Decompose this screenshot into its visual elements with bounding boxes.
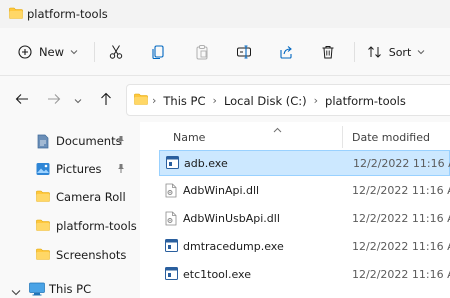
new-button[interactable]: New [16,40,80,64]
file-row-etc1tool-exe[interactable]: etc1tool.exe 12/2/2022 11:16 AM [159,262,450,288]
copy-button[interactable] [146,40,170,64]
up-button[interactable] [98,92,114,108]
navigation-pane: Documents Pictures Camera Roll platform-… [0,122,140,298]
sidebar-item-documents[interactable]: Documents [0,128,140,154]
new-button-label: New [38,45,65,59]
file-row-dmtracedump-exe[interactable]: dmtracedump.exe 12/2/2022 11:16 AM [159,234,450,260]
chevron-right-icon: › [212,94,217,107]
breadcrumb-local-disk[interactable]: Local Disk (C:) [224,94,307,108]
window-title: platform-tools [27,7,108,21]
file-list: Name Date modified adb.exe 12/2/2022 11:… [140,122,450,298]
application-icon [165,267,178,283]
folder-icon [36,219,50,234]
file-name: AdbWinApi.dll [183,184,260,197]
pin-icon [116,135,126,149]
sidebar-item-pictures[interactable]: Pictures [0,156,140,182]
share-button[interactable] [274,40,298,64]
chevron-down-icon[interactable] [11,286,21,298]
address-field[interactable]: › This PC › Local Disk (C:) › platform-t… [126,84,450,116]
dll-file-icon [165,183,177,201]
file-date-modified: 12/2/2022 11:16 AM [352,184,450,197]
column-divider[interactable] [342,126,343,148]
paste-icon [194,44,210,60]
address-bar-row: › This PC › Local Disk (C:) › platform-t… [0,76,450,122]
delete-button[interactable] [316,40,340,64]
sidebar-item-screenshots[interactable]: Screenshots [0,242,140,268]
sort-ascending-icon [273,123,282,136]
arrow-right-icon [47,93,61,108]
column-headers: Name Date modified [140,122,450,150]
recent-locations-button[interactable] [70,92,86,108]
file-row-adb-exe[interactable]: adb.exe 12/2/2022 11:16 AM [159,150,450,176]
this-pc-icon [29,282,45,298]
share-icon [278,44,294,60]
forward-button[interactable] [46,92,62,108]
sort-button[interactable]: Sort [364,40,428,64]
file-name: dmtracedump.exe [183,240,284,253]
pin-icon [116,163,126,177]
cut-button[interactable] [104,40,128,64]
folder-icon [9,7,23,22]
dll-file-icon [165,211,177,229]
sidebar-item-label: This PC [49,282,92,296]
rename-icon [236,44,252,60]
sidebar-item-this-pc[interactable]: This PC [0,276,140,298]
sidebar-item-platform-tools[interactable]: platform-tools [0,213,140,239]
folder-icon [134,93,148,108]
column-header-name[interactable]: Name [173,131,205,144]
pictures-icon [36,162,50,179]
arrow-up-icon [100,92,112,109]
breadcrumb-platform-tools[interactable]: platform-tools [325,94,406,108]
sidebar-item-label: Pictures [56,162,102,176]
toolbar-divider [354,42,355,62]
file-name: adb.exe [184,157,228,170]
file-name: etc1tool.exe [183,268,251,281]
back-button[interactable] [14,92,30,108]
title-bar: platform-tools [0,0,450,28]
new-icon [18,45,32,59]
chevron-down-icon [74,94,82,107]
file-date-modified: 12/2/2022 11:16 AM [352,268,450,281]
paste-button[interactable] [190,40,214,64]
file-name: AdbWinUsbApi.dll [183,212,280,225]
sort-button-label: Sort [388,45,412,59]
file-date-modified: 12/2/2022 11:16 AM [352,240,450,253]
toolbar-divider [94,42,95,62]
arrow-left-icon [15,93,29,108]
sidebar-item-label: platform-tools [56,219,137,233]
breadcrumb: › This PC › Local Disk (C:) › platform-t… [134,93,409,108]
sidebar-item-label: Screenshots [56,248,127,262]
cut-icon [108,44,124,60]
documents-icon [36,134,50,152]
file-date-modified: 12/2/2022 11:16 AM [353,157,450,170]
application-icon [165,239,178,255]
chevron-down-icon [417,49,425,55]
breadcrumb-this-pc[interactable]: This PC [163,94,205,108]
file-row-adbwinusbapi-dll[interactable]: AdbWinUsbApi.dll 12/2/2022 11:16 AM [159,206,450,232]
application-icon [166,156,179,172]
sidebar-item-label: Camera Roll [56,190,126,204]
delete-icon [320,44,336,60]
chevron-right-icon: › [313,94,319,107]
rename-button[interactable] [232,40,256,64]
file-date-modified: 12/2/2022 11:16 AM [352,212,450,225]
folder-icon [36,190,50,205]
chevron-right-icon: › [152,94,157,107]
sidebar-item-label: Documents [56,134,122,148]
sort-icon [367,45,383,59]
copy-icon [150,44,166,60]
file-row-adbwinapi-dll[interactable]: AdbWinApi.dll 12/2/2022 11:16 AM [159,178,450,204]
column-header-date-modified[interactable]: Date modified [352,131,430,144]
folder-icon [36,248,50,263]
sidebar-item-camera-roll[interactable]: Camera Roll [0,184,140,210]
chevron-down-icon [70,49,78,55]
command-bar: New Sort [0,28,450,76]
